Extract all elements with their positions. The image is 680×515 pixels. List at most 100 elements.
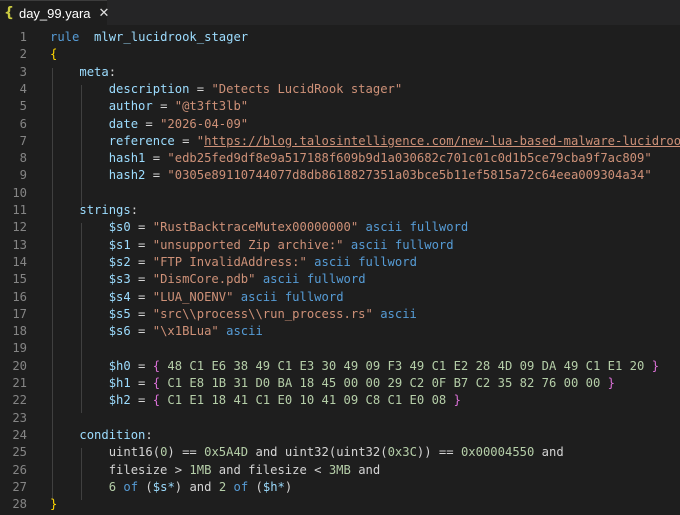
line-number: 9	[19, 168, 27, 183]
code-token: 0x00004550	[460, 445, 535, 460]
code-text: {	[50, 46, 57, 63]
code-token: 0x3C	[387, 445, 417, 460]
code-token: ascii	[350, 237, 388, 252]
code-token: (	[138, 479, 153, 494]
code-token: {	[152, 358, 161, 373]
code-token: 0x5A4D	[204, 445, 249, 460]
code-token: and uint32(uint32(	[248, 445, 388, 460]
line-number: 27	[12, 479, 27, 494]
line-number: 21	[12, 376, 27, 390]
code-token: "edb25fed9df8e9a517188f609b9d1a030682c70…	[167, 151, 652, 166]
code-token: $s4	[108, 289, 131, 304]
code-token: =	[174, 133, 197, 148]
code-text: $h1 = { C1 E8 1B 31 D0 BA 18 45 00 00 29…	[50, 375, 615, 392]
code-line: 17 $s5 = "src\\process\\run_process.rs" …	[0, 306, 680, 323]
line-number: 7	[19, 133, 27, 148]
code-line: 12 $s0 = "RustBacktraceMutex00000000" as…	[0, 219, 680, 236]
line-number: 3	[19, 64, 27, 79]
code-token: hash1	[108, 151, 146, 166]
line-number: 20	[12, 358, 27, 373]
code-token: }	[607, 376, 616, 390]
code-token: strings	[79, 203, 131, 217]
code-token: ascii	[365, 220, 403, 235]
code-token: reference	[108, 133, 175, 148]
code-text: author = "@t3ft3lb"	[50, 98, 248, 115]
code-token: description	[108, 81, 190, 96]
code-token: $s0	[108, 220, 131, 235]
code-token: of	[123, 479, 139, 494]
code-text: strings:	[50, 202, 138, 219]
code-line: 3 meta:	[0, 64, 680, 81]
tab-day-99-yara[interactable]: { day_99.yara ✕	[0, 0, 110, 25]
code-token: 3MB	[328, 462, 351, 477]
code-token: "\x1BLua"	[152, 324, 219, 339]
code-token: "FTP InvalidAddress:"	[152, 254, 307, 269]
code-line: 21 $h1 = { C1 E8 1B 31 D0 BA 18 45 00 00…	[0, 375, 680, 392]
code-line: 8 hash1 = "edb25fed9df8e9a517188f609b9d1…	[0, 150, 680, 167]
code-token: =	[130, 289, 153, 304]
code-token: 1MB	[189, 462, 212, 477]
line-number: 19	[12, 341, 27, 356]
code-token: "0305e89110744077d8db8618827351a03bce5b1…	[167, 168, 652, 183]
code-token: =	[130, 358, 153, 373]
code-token: "LUA_NOENV"	[152, 289, 234, 304]
code-token: C1 E8 1B 31 D0 BA 18 45 00 00 29 C2 0F B…	[160, 376, 608, 390]
code-token: mlwr_lucidrook_stager	[94, 30, 249, 44]
code-token: =	[130, 254, 153, 269]
code-token: "unsupported Zip archive:"	[152, 237, 344, 252]
line-number: 13	[12, 237, 27, 252]
code-line: 4 description = "Detects LucidRook stage…	[0, 81, 680, 98]
code-token: of	[233, 479, 249, 494]
code-token: ) ==	[167, 445, 205, 460]
code-token: and filesize <	[211, 462, 329, 477]
code-line: 9 hash2 = "0305e89110744077d8db861882735…	[0, 167, 680, 184]
code-token: hash2	[108, 168, 146, 183]
code-token: =	[130, 306, 153, 321]
line-number: 14	[12, 254, 27, 269]
code-token: )	[284, 479, 293, 494]
code-token: =	[130, 376, 153, 390]
code-editor[interactable]: 1 rule mlwr_lucidrook_stager 2{3 meta: 4 de…	[0, 26, 680, 515]
code-line: 5 author = "@t3ft3lb"	[0, 98, 680, 115]
code-token: }	[50, 497, 58, 512]
code-token: "RustBacktraceMutex00000000"	[152, 220, 359, 235]
line-number: 8	[19, 151, 27, 166]
code-text: reference = "https://blog.talosintellige…	[50, 133, 680, 150]
code-token: (	[248, 479, 263, 494]
line-number: 23	[12, 410, 27, 425]
code-line: 15 $s3 = "DismCore.pdb" ascii fullword	[0, 271, 680, 288]
code-token: =	[130, 237, 153, 252]
code-token: $s*	[152, 479, 175, 494]
code-line: 11 strings:	[0, 202, 680, 219]
code-line: 23	[0, 410, 680, 427]
code-token: condition	[79, 427, 146, 442]
code-text: $s0 = "RustBacktraceMutex00000000" ascii…	[50, 219, 469, 236]
code-text: uint16(0) == 0x5A4D and uint32(uint32(0x…	[50, 444, 564, 461]
code-text: $h0 = { 48 C1 E6 38 49 C1 E3 30 49 09 F3…	[50, 358, 659, 375]
code-token: $h0	[108, 358, 131, 373]
close-icon[interactable]: ✕	[99, 6, 110, 21]
code-line: 13 $s1 = "unsupported Zip archive:" asci…	[0, 237, 680, 254]
tab-filename: day_99.yara	[18, 5, 91, 21]
code-token: uint16(	[108, 445, 161, 460]
code-token: and	[534, 445, 564, 460]
code-token: fullword	[306, 272, 366, 287]
code-token: fullword	[394, 237, 454, 252]
